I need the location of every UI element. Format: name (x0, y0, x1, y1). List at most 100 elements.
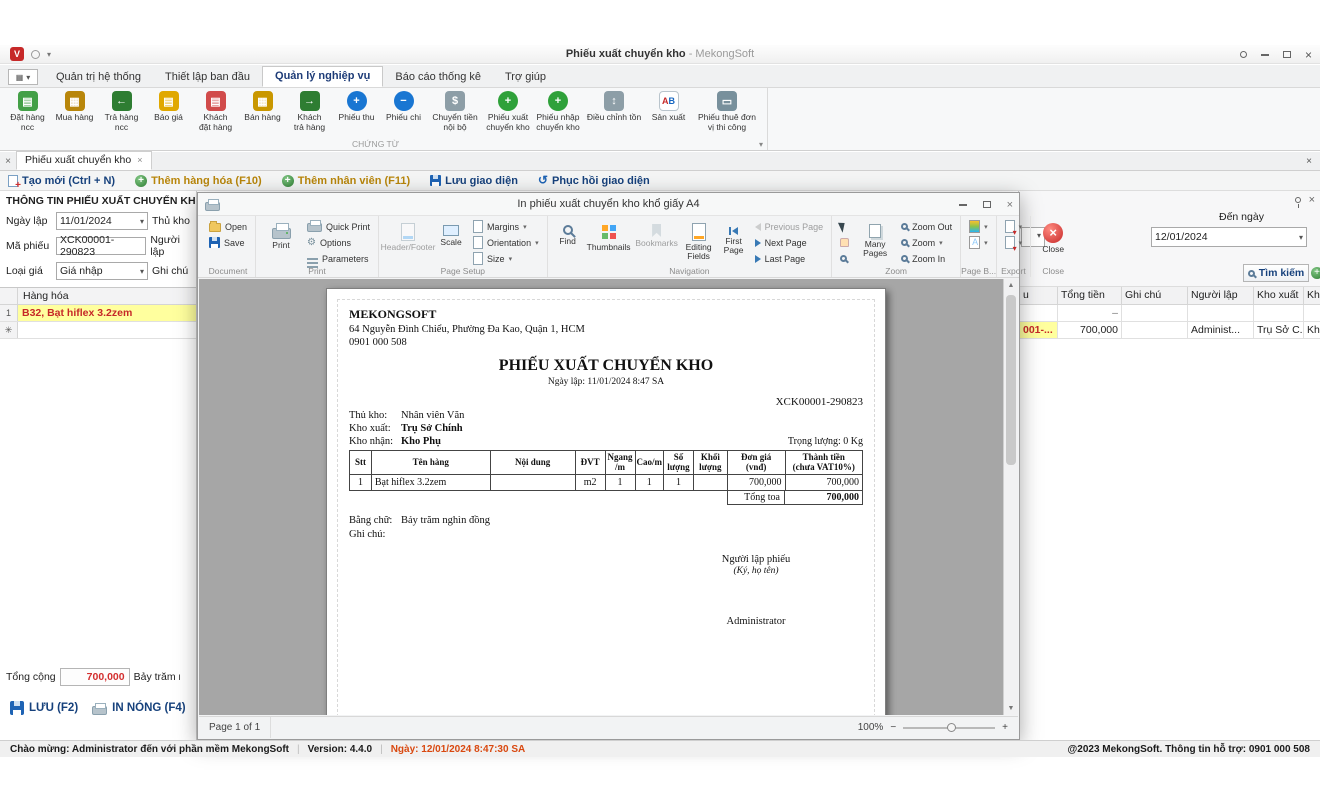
table-row[interactable]: 001-... 700,000 Administ... Trụ Sở C... … (1020, 321, 1320, 338)
zoom-minus-icon[interactable]: − (890, 722, 896, 733)
close-tab-icon[interactable]: × (0, 153, 16, 170)
ribbon-item-mua-hang[interactable]: Mua hàng (51, 90, 98, 123)
pin-icon[interactable] (1295, 197, 1301, 203)
ribbon-item-dieu-chinh-ton[interactable]: Điều chỉnh tồn (583, 90, 645, 123)
hot-print-button[interactable]: IN NÓNG (F4) (92, 702, 185, 715)
zoom-in-button[interactable]: Zoom In (898, 251, 955, 266)
new-row[interactable]: ✳ (0, 322, 196, 339)
many-pages-button[interactable]: Many Pages (855, 219, 895, 259)
preview-scrollbar[interactable]: ▲ ▼ (1003, 279, 1018, 715)
refresh-icon[interactable] (1311, 267, 1320, 279)
hand-tool-button[interactable] (837, 235, 852, 250)
table-row[interactable]: 1 B32, Bạt hiflex 3.2zem (0, 305, 196, 322)
close-window-icon[interactable]: × (1305, 50, 1312, 60)
ribbon-item-phieu-thue-don-vi-thi-cong[interactable]: Phiếu thuê đơn vị thi công (692, 90, 762, 133)
ribbon-item-bao-gia[interactable]: Báo giá (145, 90, 192, 123)
find-button[interactable]: Find (553, 219, 583, 246)
dialog-title-bar[interactable]: In phiếu xuất chuyển kho khổ giấy A4 × (198, 193, 1019, 216)
filter-cell[interactable] (1122, 304, 1188, 321)
tab-tro-giup[interactable]: Trợ giúp (493, 68, 558, 87)
options-button[interactable]: ⚙Options (304, 235, 373, 250)
ribbon-item-dat-hang-ncc[interactable]: Đặt hàng ncc (4, 90, 51, 133)
add-employee-button[interactable]: Thêm nhân viên (F11) (282, 175, 410, 187)
creator-cell[interactable]: Administ... (1188, 321, 1254, 338)
quick-print-button[interactable]: Quick Print (304, 219, 373, 234)
send-email-button[interactable]: ▾ (1002, 235, 1026, 250)
tab-quan-ly-nghiep-vu[interactable]: Quản lý nghiệp vụ (262, 66, 383, 87)
header-footer-button[interactable]: Header/Footer (384, 219, 432, 252)
close-preview-button[interactable]: Close (1036, 219, 1070, 254)
bookmarks-button[interactable]: Bookmarks (635, 219, 679, 248)
ribbon-item-phieu-chi[interactable]: Phiếu chi (380, 90, 427, 123)
next-page-button[interactable]: Next Page (752, 235, 827, 250)
ngay-lap-combo[interactable]: 11/01/2024▾ (56, 212, 148, 230)
new-button[interactable]: Tạo mới (Ctrl + N) (8, 175, 115, 187)
empty-cell[interactable] (18, 322, 196, 338)
parameters-button[interactable]: Parameters (304, 251, 373, 266)
preview-page[interactable]: MEKONGSOFT 64 Nguyễn Đình Chiểu, Phường … (326, 288, 886, 715)
thumbnails-button[interactable]: Thumbnails (586, 219, 632, 252)
voucher-code-cell[interactable]: 001-... (1020, 321, 1058, 338)
ribbon-item-ban-hang[interactable]: Bán hàng (239, 90, 286, 123)
tab-thiet-lap-ban-dau[interactable]: Thiết lập ban đầu (153, 68, 262, 87)
tab-quan-tri-he-thong[interactable]: Quản trị hệ thống (44, 68, 153, 87)
ribbon-item-phieu-thu[interactable]: Phiếu thu (333, 90, 380, 123)
tab-bao-cao-thong-ke[interactable]: Báo cáo thống kê (383, 68, 493, 87)
zoom-slider-knob[interactable] (947, 723, 956, 732)
filter-cell[interactable] (1254, 304, 1304, 321)
maximize-icon[interactable] (1283, 51, 1291, 58)
scrollbar-thumb[interactable] (1006, 295, 1016, 465)
ma-phieu-input[interactable]: XCK00001-290823 (56, 237, 146, 255)
save-layout-button[interactable]: Lưu giao diện (430, 175, 518, 187)
column-header-kho-xuat[interactable]: Kho xuất (1254, 287, 1304, 304)
filter-row[interactable]: – (1020, 304, 1320, 321)
dialog-close-icon[interactable]: × (1007, 199, 1013, 211)
group-launcher-icon[interactable]: ▾ (759, 140, 763, 149)
ribbon-item-khach-dat-hang[interactable]: Khách đặt hàng (192, 90, 239, 133)
orientation-button[interactable]: Orientation▾ (470, 235, 542, 250)
column-header-tong-tien[interactable]: Tổng tiền (1058, 287, 1122, 304)
size-button[interactable]: Size▾ (470, 251, 542, 266)
scroll-down-icon[interactable]: ▼ (1004, 705, 1018, 712)
scroll-up-icon[interactable]: ▲ (1004, 282, 1018, 289)
margins-button[interactable]: Margins▾ (470, 219, 542, 234)
window-pin-icon[interactable] (1240, 51, 1247, 58)
loai-gia-combo[interactable]: Giá nhập▾ (56, 262, 148, 280)
filter-cell[interactable] (1020, 304, 1058, 321)
zoom-button[interactable]: Zoom▾ (898, 235, 955, 250)
app-menu-button[interactable]: ▦▾ (8, 69, 38, 85)
tab-close-icon[interactable]: × (137, 155, 142, 165)
preview-canvas[interactable]: MEKONGSOFT 64 Nguyễn Đình Chiểu, Phường … (199, 279, 1018, 715)
dialog-minimize-icon[interactable] (959, 204, 967, 206)
open-button[interactable]: Open (206, 219, 250, 234)
scale-button[interactable]: Scale (435, 219, 467, 247)
ribbon-item-chuyen-tien-noi-bo[interactable]: Chuyển tiền nội bộ (427, 90, 483, 133)
filter-cell[interactable] (1304, 304, 1320, 321)
minimize-icon[interactable] (1261, 54, 1269, 56)
dialog-maximize-icon[interactable] (983, 201, 991, 208)
filter-cell[interactable] (1188, 304, 1254, 321)
page-color-button[interactable]: ▾ (966, 219, 991, 234)
watermark-button[interactable]: ▾ (966, 235, 991, 250)
den-ngay-combo[interactable]: 12/01/2024▾ (1151, 227, 1307, 247)
warehouse-in-cell[interactable]: Kho Phụ (1304, 321, 1320, 338)
export-document-button[interactable]: ▾ (1002, 219, 1026, 234)
column-header[interactable]: u (1020, 287, 1058, 304)
close-panel-icon[interactable]: × (1309, 194, 1315, 206)
previous-page-button[interactable]: Previous Page (752, 219, 827, 234)
ribbon-item-khach-tra-hang[interactable]: Khách trả hàng (286, 90, 333, 133)
column-header-nguoi-lap[interactable]: Người lập (1188, 287, 1254, 304)
column-header-kho-nhan[interactable]: Kho nhận (1304, 287, 1320, 304)
quick-access-icon[interactable] (31, 50, 40, 59)
editing-fields-button[interactable]: Editing Fields (682, 219, 716, 262)
ribbon-item-tra-hang-ncc[interactable]: Trả hàng ncc (98, 90, 145, 133)
zoom-plus-icon[interactable]: + (1002, 722, 1008, 733)
pointer-tool-button[interactable] (837, 219, 852, 234)
ribbon-item-phieu-nhap-chuyen-kho[interactable]: Phiếu nhập chuyển kho (533, 90, 583, 133)
item-name-cell[interactable]: B32, Bạt hiflex 3.2zem (18, 305, 196, 321)
tabbar-close-icon[interactable]: × (1306, 156, 1312, 170)
save-button[interactable]: LƯU (F2) (10, 701, 78, 715)
last-page-button[interactable]: Last Page (752, 251, 827, 266)
column-header-ghi-chu[interactable]: Ghi chú (1122, 287, 1188, 304)
warehouse-out-cell[interactable]: Trụ Sở C... (1254, 321, 1304, 338)
